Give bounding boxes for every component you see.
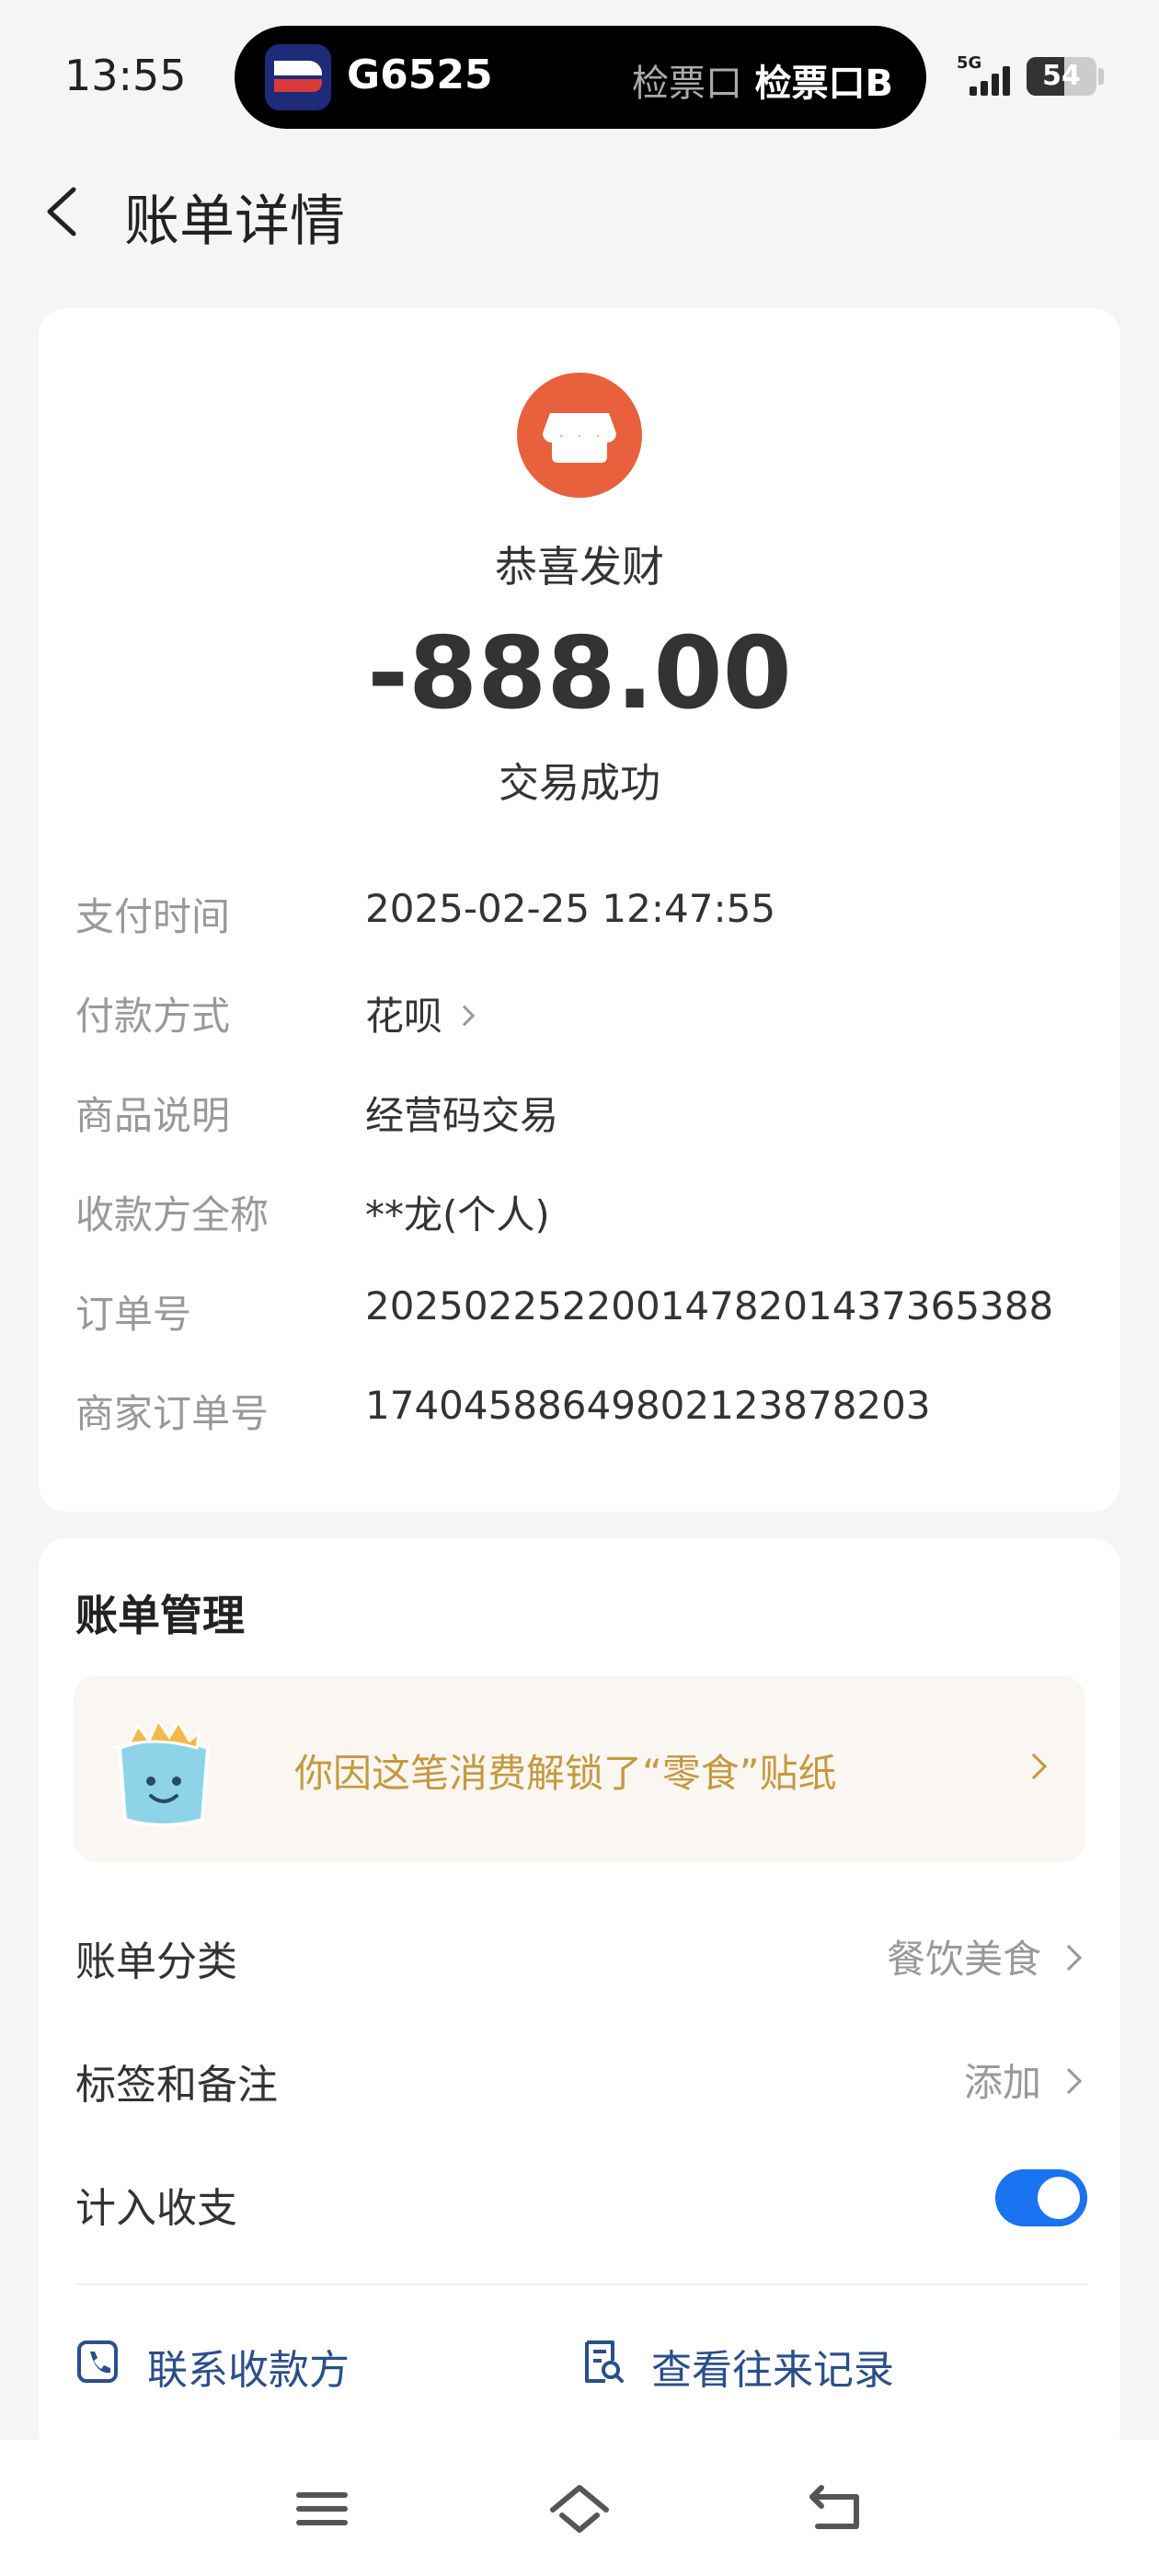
tags-value: 添加 <box>963 2060 1041 2105</box>
section-title: 账单管理 <box>75 1591 245 1640</box>
category-label: 账单分类 <box>75 1938 237 1985</box>
contact-payee-button[interactable]: 联系收款方 <box>75 2329 462 2394</box>
snack-sticker-icon <box>111 1717 211 1827</box>
detail-label: 收款方全称 <box>75 1192 270 1237</box>
page-title: 账单详情 <box>124 190 345 254</box>
chevron-right-icon <box>453 1005 476 1026</box>
top-nav: 账单详情 <box>0 166 1159 258</box>
detail-label: 支付时间 <box>75 894 231 939</box>
records-icon <box>585 2340 624 2383</box>
view-records-button[interactable]: 查看往来记录 <box>580 2329 966 2394</box>
include-toggle[interactable] <box>995 2169 1087 2226</box>
system-nav-bar <box>0 2440 1159 2576</box>
view-records-label: 查看往来记录 <box>651 2347 894 2394</box>
detail-value: **龙(个人) <box>365 1192 550 1237</box>
detail-row-order-no: 订单号 2025022522001478201437365388 <box>75 1276 1087 1340</box>
detail-row-product: 商品说明 经营码交易 <box>75 1077 1087 1142</box>
trade-status: 交易成功 <box>499 760 660 807</box>
back-icon[interactable] <box>805 2477 869 2541</box>
contact-payee-label: 联系收款方 <box>147 2347 350 2394</box>
battery-level: 54 <box>1042 60 1081 92</box>
detail-value: 2025-02-25 12:47:55 <box>365 886 776 931</box>
chevron-right-icon <box>1055 2067 1083 2095</box>
bill-summary-card: 恭喜发财 -888.00 交易成功 支付时间 2025-02-25 12:47:… <box>39 308 1120 1512</box>
sticker-banner[interactable]: 你因这笔消费解锁了“零食”贴纸 <box>74 1676 1085 1862</box>
signal-icon: 5G <box>957 53 1016 96</box>
toggle-knob <box>1038 2177 1080 2219</box>
category-value: 餐饮美食 <box>886 1937 1041 1982</box>
detail-label: 商品说明 <box>75 1093 231 1138</box>
detail-value: 经营码交易 <box>365 1093 559 1138</box>
status-bar: 13:55 G6525 检票口 检票口B 5G 54 <box>0 0 1159 156</box>
detail-label: 付款方式 <box>75 994 231 1039</box>
chevron-right-icon <box>1055 1944 1083 1972</box>
bill-management-card: 账单管理 你因这笔消费解锁了“零食”贴纸 账单分类 餐饮美食 标签和备注 添加 … <box>39 1538 1120 2458</box>
detail-value: 花呗 <box>365 994 443 1039</box>
detail-row-pay-method[interactable]: 付款方式 花呗 <box>75 978 1087 1042</box>
gate-label: 检票口 <box>632 63 742 105</box>
detail-row-merchant-order-no: 商家订单号 17404588649802123878203 <box>75 1375 1087 1440</box>
include-label: 计入收支 <box>75 2185 237 2232</box>
category-row[interactable]: 账单分类 餐饮美食 <box>75 1917 1087 1991</box>
menu-icon[interactable] <box>290 2477 354 2541</box>
phone-icon <box>77 2340 118 2383</box>
divider <box>75 2283 1087 2285</box>
detail-value: 17404588649802123878203 <box>365 1383 931 1428</box>
tags-label: 标签和备注 <box>75 2062 278 2109</box>
detail-row-payee: 收款方全称 **龙(个人) <box>75 1177 1087 1241</box>
sticker-message: 你因这笔消费解锁了“零食”贴纸 <box>294 1751 837 1796</box>
battery-icon: 54 <box>1027 57 1096 96</box>
store-icon <box>517 373 642 498</box>
include-income-expense-row: 计入收支 <box>75 2164 1087 2237</box>
detail-label: 订单号 <box>75 1292 192 1337</box>
chevron-right-icon <box>1020 1753 1048 1780</box>
merchant-name: 恭喜发财 <box>495 542 664 592</box>
detail-row-pay-time: 支付时间 2025-02-25 12:47:55 <box>75 879 1087 943</box>
train-ticket-live-activity[interactable]: G6525 检票口 检票口B <box>235 26 926 129</box>
detail-label: 商家订单号 <box>75 1391 270 1436</box>
tags-notes-row[interactable]: 标签和备注 添加 <box>75 2041 1087 2114</box>
train-icon <box>265 44 331 110</box>
detail-value: 2025022522001478201437365388 <box>365 1283 1054 1328</box>
amount: -888.00 <box>367 616 792 731</box>
network-type: 5G <box>957 53 982 73</box>
train-number: G6525 <box>347 52 493 98</box>
gate-value: 检票口B <box>754 63 894 105</box>
clock: 13:55 <box>64 51 187 100</box>
back-arrow-icon[interactable] <box>37 184 92 239</box>
home-icon[interactable] <box>547 2477 612 2541</box>
detail-value-wrap[interactable]: 花呗 <box>365 985 476 1041</box>
